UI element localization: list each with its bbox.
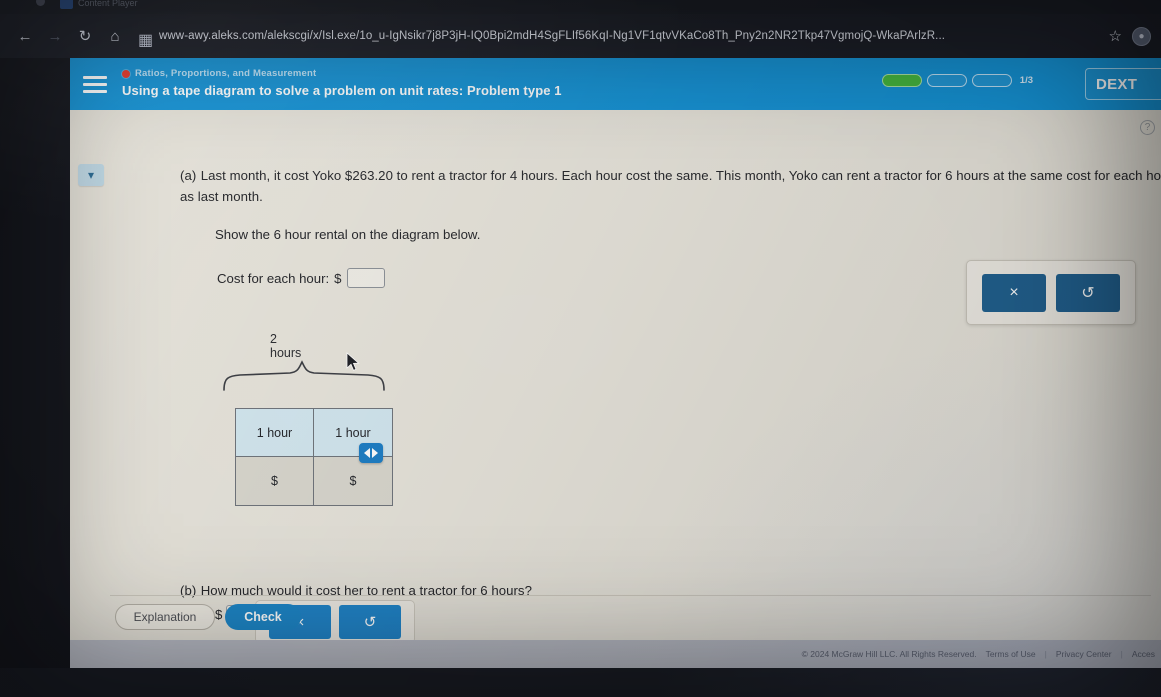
explanation-button[interactable]: Explanation	[115, 604, 215, 630]
star-icon[interactable]: ☆	[1109, 27, 1122, 45]
part-a-block: (a) Last month, it cost Yoko $263.20 to …	[180, 165, 1161, 208]
progress-segment-3	[971, 74, 1012, 87]
screenshot-root: Content Player ← → ↻ ⌂ ▦ www-awy.aleks.c…	[0, 0, 1161, 697]
tape-money-cell-1[interactable]: $	[236, 457, 314, 505]
forward-arrow-icon: →	[47, 27, 63, 45]
browser-address-bar: ← → ↻ ⌂ ▦ www-awy.aleks.com/alekscgi/x/I…	[0, 14, 1161, 58]
lesson-header: Ratios, Proportions, and Measurement Usi…	[70, 58, 1161, 110]
progress-count: 1/3	[1019, 75, 1033, 86]
tab-close-dot[interactable]	[36, 0, 45, 6]
mouse-pointer-icon	[346, 352, 360, 371]
currency-symbol: $	[334, 270, 342, 286]
aleks-page: Ratios, Proportions, and Measurement Usi…	[70, 58, 1161, 668]
hamburger-menu-icon[interactable]	[80, 67, 110, 101]
tab-favicon-icon	[60, 0, 73, 9]
tape-hour-cell-1[interactable]: 1 hour	[236, 409, 314, 457]
footer-separator-1: |	[1044, 649, 1047, 659]
site-info-icon[interactable]: ▦	[138, 30, 153, 49]
page-title: Using a tape diagram to solve a problem …	[122, 83, 562, 99]
left-dark-rail	[0, 58, 70, 668]
lesson-title-block: Ratios, Proportions, and Measurement Usi…	[122, 68, 562, 99]
progress-indicator: 1/3	[881, 74, 1033, 87]
cost-per-hour-input[interactable]	[346, 268, 385, 288]
part-a-text: Last month, it cost Yoko $263.20 to rent…	[180, 168, 1161, 205]
profile-avatar-icon[interactable]: ●	[1132, 26, 1151, 46]
problem-content: ? ▾ (a) Last month, it cost Yoko $263.20…	[70, 110, 1161, 668]
privacy-center-link[interactable]: Privacy Center	[1056, 649, 1112, 659]
question-mark-icon[interactable]: ?	[1140, 120, 1155, 135]
drag-left-right-handle-icon[interactable]	[359, 443, 383, 463]
page-footer: © 2024 McGraw Hill LLC. All Rights Reser…	[70, 640, 1161, 668]
browser-tab[interactable]: Content Player	[60, 0, 138, 9]
part-b-block: (b) How much would it cost her to rent a…	[180, 580, 780, 601]
progress-segment-1	[881, 74, 922, 87]
progress-segment-2	[926, 74, 967, 87]
clear-button[interactable]: ×	[982, 273, 1046, 312]
copyright-text: © 2024 McGraw Hill LLC. All Rights Reser…	[801, 649, 977, 659]
part-a-label: (a)	[180, 168, 197, 183]
cost-per-hour-label: Cost for each hour:	[217, 270, 330, 286]
action-button-bar: Explanation Check	[70, 604, 1161, 630]
reload-icon[interactable]: ↻	[70, 21, 100, 51]
check-button[interactable]: Check	[225, 604, 301, 630]
bottom-dark-strip	[0, 668, 1161, 697]
undo-button[interactable]: ↺	[1056, 273, 1120, 312]
chevron-down-icon[interactable]: ▾	[78, 164, 104, 186]
accessibility-link[interactable]: Acces	[1132, 649, 1155, 659]
footer-separator-2: |	[1120, 649, 1123, 659]
curly-brace-icon	[223, 360, 385, 391]
topic-eyebrow: Ratios, Proportions, and Measurement	[122, 68, 562, 80]
diagram-tool-panel: × ↺	[966, 260, 1136, 325]
topic-name: Ratios, Proportions, and Measurement	[135, 68, 317, 80]
account-button[interactable]: DEXT	[1085, 68, 1161, 100]
tab-title: Content Player	[78, 0, 138, 8]
browser-tab-strip: Content Player	[0, 0, 1161, 14]
terms-of-use-link[interactable]: Terms of Use	[986, 649, 1036, 659]
cost-per-hour-row: Cost for each hour: $	[217, 268, 385, 288]
url-text: www-awy.aleks.com/alekscgi/x/Isl.exe/1o_…	[159, 30, 946, 42]
divider	[110, 595, 1151, 596]
back-arrow-icon[interactable]: ←	[10, 21, 40, 51]
part-a-instruction: Show the 6 hour rental on the diagram be…	[215, 227, 481, 242]
url-field[interactable]: ▦ www-awy.aleks.com/alekscgi/x/Isl.exe/1…	[138, 22, 1103, 50]
topic-status-dot-icon	[122, 70, 130, 79]
home-icon[interactable]: ⌂	[100, 21, 130, 51]
tape-money-cell-2[interactable]: $	[314, 457, 392, 505]
